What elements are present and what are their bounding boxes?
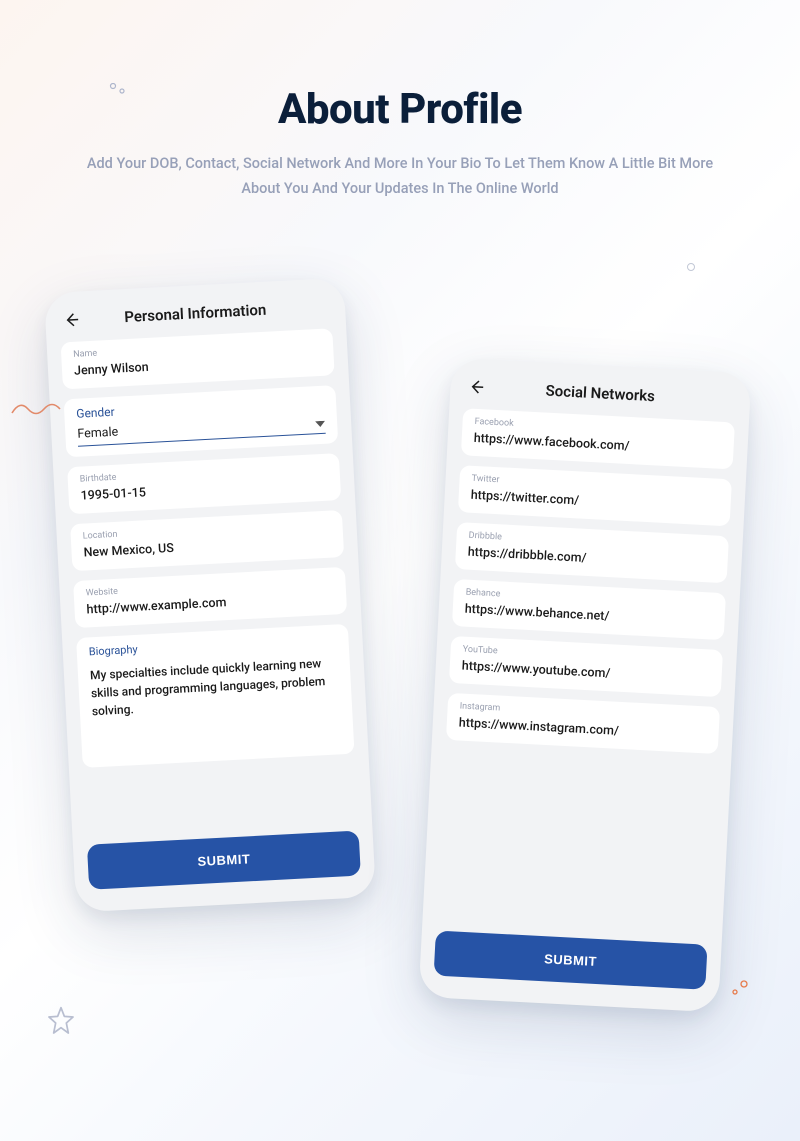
- dribbble-field[interactable]: Dribbble https://dribbble.com/: [455, 522, 729, 583]
- arrow-left-icon: [467, 377, 486, 396]
- submit-button[interactable]: SUBMIT: [434, 931, 708, 990]
- phone-social-networks: Social Networks Facebook https://www.fac…: [418, 358, 751, 1013]
- gender-field[interactable]: Gender Female: [64, 385, 339, 457]
- page-subtitle: Add Your DOB, Contact, Social Network An…: [80, 152, 720, 201]
- website-field[interactable]: Website http://www.example.com: [73, 567, 347, 628]
- phone-personal-info: Personal Information Name Jenny Wilson G…: [44, 278, 376, 913]
- decoration-circles-icon: [730, 980, 750, 1000]
- behance-field[interactable]: Behance https://www.behance.net/: [452, 579, 726, 640]
- biography-value: My specialties include quickly learning …: [90, 653, 340, 720]
- birthdate-field[interactable]: Birthdate 1995-01-15: [67, 453, 341, 514]
- screen-title: Social Networks: [488, 379, 737, 410]
- decoration-circle-icon: [687, 263, 695, 271]
- twitter-field[interactable]: Twitter https://twitter.com/: [458, 465, 732, 526]
- screen-title: Personal Information: [83, 297, 332, 328]
- back-button[interactable]: [464, 374, 489, 399]
- submit-button[interactable]: SUBMIT: [87, 831, 361, 890]
- location-field[interactable]: Location New Mexico, US: [70, 510, 344, 571]
- page-title: About Profile: [40, 85, 760, 134]
- instagram-field[interactable]: Instagram https://www.instagram.com/: [446, 693, 720, 754]
- youtube-field[interactable]: YouTube https://www.youtube.com/: [449, 636, 723, 697]
- decoration-star-icon: [45, 1005, 77, 1041]
- chevron-down-icon: [315, 416, 326, 432]
- biography-field[interactable]: Biography My specialties include quickly…: [76, 624, 354, 768]
- arrow-left-icon: [62, 310, 81, 329]
- back-button[interactable]: [59, 307, 84, 332]
